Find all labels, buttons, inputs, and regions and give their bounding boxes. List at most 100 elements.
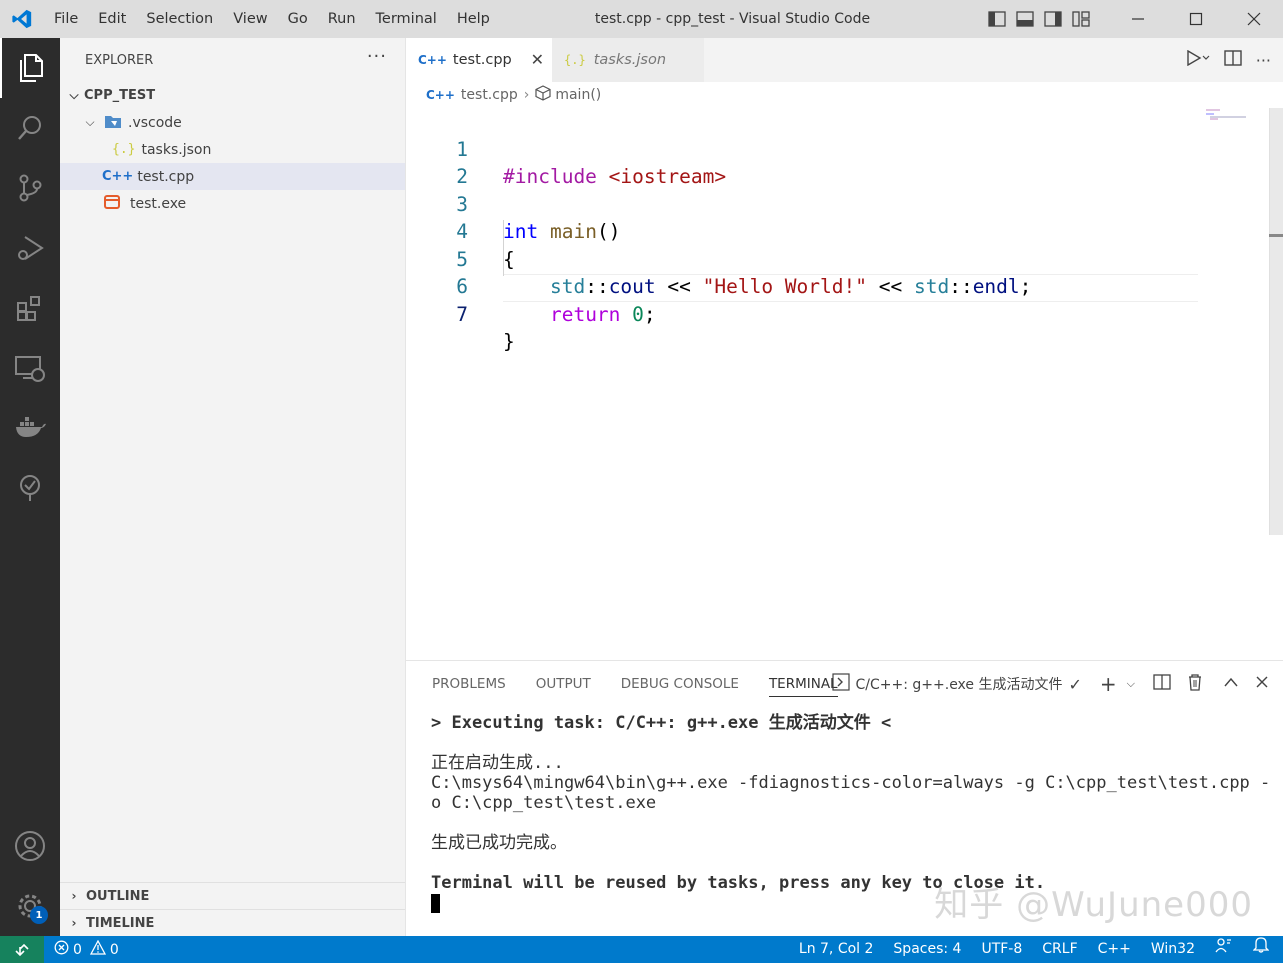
menu-file[interactable]: File bbox=[44, 0, 88, 38]
chevron-down-icon[interactable]: ⌵ bbox=[1127, 677, 1135, 691]
menu-selection[interactable]: Selection bbox=[136, 0, 223, 38]
cursor-position[interactable]: Ln 7, Col 2 bbox=[789, 936, 884, 963]
menu-terminal[interactable]: Terminal bbox=[366, 0, 447, 38]
cpp-icon: C++ bbox=[418, 53, 447, 67]
title-bar: File Edit Selection View Go Run Terminal… bbox=[0, 0, 1283, 38]
tab-problems[interactable]: PROBLEMS bbox=[432, 661, 506, 707]
editor-tabs: C++ test.cpp ✕ {.} tasks.json ··· bbox=[406, 38, 1283, 82]
tree-item-test-exe[interactable]: test.exe bbox=[60, 190, 405, 217]
code-line: 3 int main() bbox=[456, 192, 621, 244]
tree-icon[interactable] bbox=[0, 458, 60, 518]
split-terminal-icon[interactable] bbox=[1153, 674, 1171, 694]
source-control-icon[interactable] bbox=[0, 158, 60, 218]
code-line: 7 } bbox=[456, 302, 515, 354]
breadcrumb-symbol[interactable]: main() bbox=[555, 87, 601, 103]
code-editor[interactable]: 1 #include <iostream> 2 3 int main() 4 {… bbox=[406, 108, 1283, 660]
tab-debug-console[interactable]: DEBUG CONSOLE bbox=[621, 661, 739, 707]
terminal-task-selector[interactable]: C/C++: g++.exe 生成活动文件 ✓ bbox=[831, 673, 1082, 695]
tab-output[interactable]: OUTPUT bbox=[536, 661, 591, 707]
feedback-icon[interactable] bbox=[1205, 936, 1243, 963]
minimap[interactable] bbox=[1206, 108, 1266, 122]
trash-icon[interactable] bbox=[1187, 673, 1203, 695]
settings-update-badge: 1 bbox=[30, 906, 48, 924]
toggle-panel-icon[interactable] bbox=[1011, 0, 1039, 38]
problems-indicator[interactable]: 0 0 bbox=[54, 939, 119, 959]
status-bar: 0 0 Ln 7, Col 2 Spaces: 4 UTF-8 CRLF C++… bbox=[0, 936, 1283, 963]
workspace-root[interactable]: ⌵ CPP_TEST bbox=[60, 82, 405, 109]
tree-item-tasks-json[interactable]: {.} tasks.json bbox=[60, 136, 405, 163]
settings-gear-icon[interactable]: 1 bbox=[0, 876, 60, 936]
error-icon bbox=[54, 940, 69, 959]
json-icon: {.} bbox=[564, 53, 586, 67]
warning-icon bbox=[89, 939, 107, 959]
watermark: 知乎 @WuJune000 bbox=[934, 885, 1253, 925]
chevron-down-icon: ⌵ bbox=[69, 88, 79, 102]
explorer-icon[interactable] bbox=[0, 38, 60, 98]
vscode-folder-icon bbox=[104, 113, 122, 133]
cpp-icon: C++ bbox=[102, 169, 134, 184]
close-window-icon[interactable] bbox=[1225, 0, 1283, 38]
toggle-primary-sidebar-icon[interactable] bbox=[983, 0, 1011, 38]
docker-icon[interactable] bbox=[0, 398, 60, 458]
more-actions-icon[interactable]: ··· bbox=[1256, 51, 1271, 70]
terminal-line: 正在启动生成... bbox=[431, 753, 564, 773]
menu-edit[interactable]: Edit bbox=[88, 0, 136, 38]
timeline-section[interactable]: › TIMELINE bbox=[60, 909, 405, 936]
account-icon[interactable] bbox=[0, 816, 60, 876]
breadcrumb-file[interactable]: test.cpp bbox=[461, 87, 518, 103]
terminal-line: C:\msys64\mingw64\bin\g++.exe -fdiagnost… bbox=[431, 773, 1271, 793]
menu-bar: File Edit Selection View Go Run Terminal… bbox=[44, 0, 500, 38]
outline-section[interactable]: › OUTLINE bbox=[60, 882, 405, 909]
run-debug-icon[interactable] bbox=[0, 218, 60, 278]
tab-tasks-json[interactable]: {.} tasks.json bbox=[552, 38, 704, 82]
terminal-icon bbox=[831, 673, 850, 695]
run-code-icon[interactable] bbox=[1186, 49, 1210, 70]
tree-item-test-cpp[interactable]: C++ test.cpp bbox=[60, 163, 405, 190]
bottom-panel: PROBLEMS OUTPUT DEBUG CONSOLE TERMINAL C… bbox=[406, 660, 1283, 936]
tab-terminal[interactable]: TERMINAL bbox=[768, 661, 838, 707]
chevron-right-icon: › bbox=[71, 916, 77, 930]
close-panel-icon[interactable] bbox=[1255, 675, 1269, 693]
terminal-cursor bbox=[431, 894, 440, 913]
tab-test-cpp[interactable]: C++ test.cpp ✕ bbox=[406, 38, 552, 82]
split-editor-icon[interactable] bbox=[1224, 50, 1242, 70]
extensions-icon[interactable] bbox=[0, 278, 60, 338]
window-title: test.cpp - cpp_test - Visual Studio Code bbox=[594, 11, 871, 27]
menu-help[interactable]: Help bbox=[447, 0, 500, 38]
check-icon: ✓ bbox=[1068, 674, 1082, 694]
maximize-panel-icon[interactable] bbox=[1223, 676, 1239, 692]
menu-run[interactable]: Run bbox=[318, 0, 366, 38]
code-line: 1 #include <iostream> bbox=[456, 137, 727, 189]
tree-item-vscode-folder[interactable]: ⌵ .vscode bbox=[60, 109, 405, 136]
menu-view[interactable]: View bbox=[223, 0, 277, 38]
toggle-secondary-sidebar-icon[interactable] bbox=[1039, 0, 1067, 38]
more-actions-icon[interactable]: ··· bbox=[367, 46, 387, 67]
indentation[interactable]: Spaces: 4 bbox=[883, 936, 971, 963]
chevron-down-icon: ⌵ bbox=[85, 115, 95, 129]
scroll-position-marker bbox=[1269, 234, 1283, 237]
terminal-line: 生成已成功完成。 bbox=[431, 833, 567, 853]
remote-indicator-icon[interactable] bbox=[0, 936, 44, 963]
menu-go[interactable]: Go bbox=[278, 0, 318, 38]
code-line: 6 return 0; bbox=[456, 275, 656, 326]
customize-layout-icon[interactable] bbox=[1067, 0, 1095, 38]
new-terminal-icon[interactable]: + bbox=[1100, 672, 1117, 696]
line-ending[interactable]: CRLF bbox=[1032, 936, 1087, 963]
search-icon[interactable] bbox=[0, 98, 60, 158]
platform[interactable]: Win32 bbox=[1141, 936, 1205, 963]
language-mode[interactable]: C++ bbox=[1088, 936, 1141, 963]
json-icon: {.} bbox=[112, 142, 136, 157]
notifications-bell-icon[interactable] bbox=[1243, 936, 1283, 963]
close-tab-icon[interactable]: ✕ bbox=[531, 50, 544, 69]
maximize-icon[interactable] bbox=[1167, 0, 1225, 38]
remote-explorer-icon[interactable] bbox=[0, 338, 60, 398]
encoding[interactable]: UTF-8 bbox=[971, 936, 1032, 963]
chevron-right-icon: › bbox=[71, 889, 77, 903]
cube-icon bbox=[535, 85, 551, 105]
code-line: 5 std::cout << "Hello World!" << std::en… bbox=[456, 247, 1032, 299]
chevron-right-icon: › bbox=[523, 87, 530, 103]
minimize-icon[interactable] bbox=[1109, 0, 1167, 38]
vertical-scrollbar[interactable] bbox=[1269, 108, 1283, 535]
code-line: 4 { bbox=[456, 220, 515, 271]
cpp-icon: C++ bbox=[426, 88, 455, 102]
